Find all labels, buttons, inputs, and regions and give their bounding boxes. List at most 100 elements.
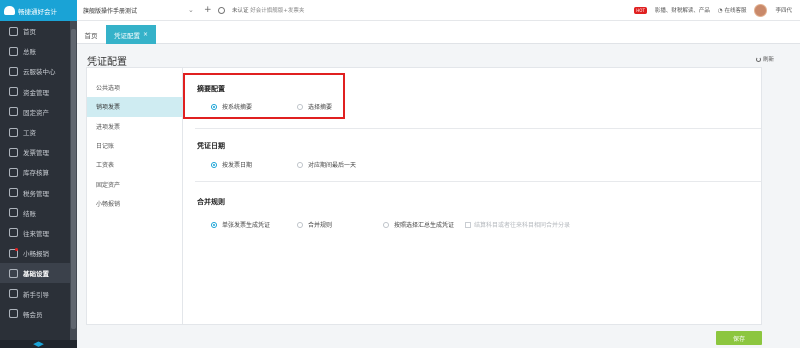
highlight-annotation-box [183,73,345,119]
sidebar: 畅捷通好会计 首页总账云服装中心资金管理固定资产工资发票管理库存核算税务管理结账… [0,0,77,348]
section-divider [195,181,761,182]
sidebar-item-label: 发票管理 [23,149,49,158]
scrollbar-thumb[interactable] [71,29,76,329]
wallet-icon [9,87,18,97]
sidebar-item[interactable]: 小畅报销 [0,243,77,263]
merge-same-account-checkbox[interactable]: 结算科目或者往来科目相同合并分录 [465,220,570,229]
radio-label: 合并规则 [308,222,333,229]
save-button[interactable]: 保存 [716,331,762,345]
radio-summary-choose[interactable]: 选择摘要 [297,102,332,111]
app-logo[interactable]: 畅捷通好会计 [0,0,77,21]
account-status: 未认证 好会计旗舰版+发票夹 [232,6,304,14]
sidebar-item[interactable]: 往来管理 [0,223,77,243]
tab-voucher-config[interactable]: 凭证配置 × [106,25,156,44]
radio-button[interactable] [211,221,217,228]
tab-bar: 首页 凭证配置 × [77,21,800,44]
sidebar-item[interactable]: 结账 [0,203,77,223]
radio-date-invoice[interactable]: 按发票日期 [211,160,252,169]
config-nav-item[interactable]: 日记账 [87,136,182,155]
sidebar-item[interactable]: 首页 [0,21,77,41]
add-icon[interactable]: + [204,5,212,15]
cloud-icon [9,66,18,76]
sidebar-item-label: 税务管理 [23,189,49,198]
sidebar-item[interactable]: 畅会员 [0,304,77,324]
config-content: 摘要配置 按系统摘要 选择摘要 凭证日期 按发票日期 对应期间最后一天 合并规则… [183,68,761,324]
sidebar-item[interactable]: 库存核算 [0,162,77,182]
gear-icon[interactable] [218,6,225,14]
asset-icon [9,107,18,117]
checkbox-label: 结算科目或者往来科目相同合并分录 [474,222,571,229]
close-icon[interactable]: × [143,31,148,38]
sidebar-item[interactable]: 资金管理 [0,82,77,102]
radio-label: 按系统摘要 [222,104,253,111]
sidebar-item-label: 往来管理 [23,229,49,238]
hot-badge: HOT [634,6,647,14]
sidebar-item[interactable]: 固定资产 [0,102,77,122]
radio-summary-system[interactable]: 按系统摘要 [211,102,252,111]
edition-text: 好会计旗舰版+发票夹 [250,8,305,14]
config-nav-item[interactable]: 固定资产 [87,174,182,193]
tab-home[interactable]: 首页 [80,25,102,44]
online-service-link[interactable]: ◔ 在线客服 [718,6,747,14]
logo-text: 畅捷通好会计 [18,7,57,16]
sidebar-item[interactable]: 新手引导 [0,283,77,303]
unverified-badge: 未认证 [232,8,249,14]
config-nav-item[interactable]: 小畅报销 [87,194,182,213]
radio-button[interactable] [297,161,303,168]
sidebar-scrollbar[interactable] [70,21,77,341]
inventory-icon [9,167,18,177]
sidebar-item[interactable]: 发票管理 [0,142,77,162]
sidebar-item-label: 固定资产 [23,108,49,117]
online-service-label: 在线客服 [724,8,747,14]
radio-button[interactable] [211,161,217,168]
sidebar-item[interactable]: 云服装中心 [0,61,77,81]
radio-merge-rule[interactable]: 合并规则 [297,220,332,229]
radio-button[interactable] [297,221,303,228]
config-category-nav: 公共选项 销项发票 进项发票 日记账 工资表 固定资产 小畅报销 [87,68,183,324]
sidebar-item[interactable]: 基础设置 [0,263,77,284]
company-selector[interactable]: 旗舰版操作手册测试 [83,6,137,15]
top-bar: 旗舰版操作手册测试 ⌄ + 未认证 好会计旗舰版+发票夹 HOT 影播、财税解读… [77,0,800,21]
sidebar-item-label: 云服装中心 [23,68,56,77]
sidebar-item-label: 结账 [23,209,36,218]
radio-merge-single[interactable]: 单张发票生成凭证 [211,220,270,229]
radio-merge-summary[interactable]: 按照选择汇总生成凭证 [383,220,454,229]
sidebar-item-label: 小畅报销 [23,250,49,259]
refresh-label: 刷新 [762,57,774,63]
radio-date-period-end[interactable]: 对应期间最后一天 [297,160,356,169]
sidebar-item-label: 库存核算 [23,169,49,178]
avatar[interactable] [754,3,768,17]
username[interactable]: 李四代 [775,6,792,14]
config-nav-item[interactable]: 工资表 [87,155,182,174]
radio-button[interactable] [297,103,303,110]
sidebar-item-label: 总账 [23,48,36,57]
config-nav-item[interactable]: 公共选项 [87,78,182,97]
radio-label: 按照选择汇总生成凭证 [394,222,455,229]
radio-button[interactable] [211,103,217,110]
invoice-icon [9,147,18,157]
vip-icon [9,309,18,319]
sidebar-item[interactable]: 税务管理 [0,183,77,203]
section-title-date: 凭证日期 [197,142,225,150]
topbar-right: HOT 影播、财税解读、产品 ◔ 在线客服 李四代 [634,3,792,17]
radio-button[interactable] [383,221,389,228]
sidebar-nav: 首页总账云服装中心资金管理固定资产工资发票管理库存核算税务管理结账往来管理小畅报… [0,21,77,324]
salary-icon [9,127,18,137]
sidebar-item-label: 基础设置 [23,270,49,279]
sidebar-item[interactable]: 工资 [0,122,77,142]
refresh-button[interactable]: 刷新 [755,55,774,63]
ledger-icon [9,46,18,56]
tax-icon [9,188,18,198]
chevron-down-icon[interactable]: ⌄ [188,6,194,14]
config-nav-item[interactable]: 进项发票 [87,117,182,136]
sidebar-item-label: 首页 [23,28,36,37]
home-icon [9,26,18,36]
sidebar-item[interactable]: 总账 [0,41,77,61]
help-link[interactable]: 影播、财税解读、产品 [655,6,710,14]
cloud-logo-icon [4,6,15,15]
checkbox[interactable] [465,221,471,228]
sidebar-collapse-toggle[interactable]: ◀▶ [0,340,77,348]
config-nav-item[interactable]: 销项发票 [87,97,183,117]
section-title-summary: 摘要配置 [197,85,225,93]
sidebar-item-label: 新手引导 [23,290,49,299]
